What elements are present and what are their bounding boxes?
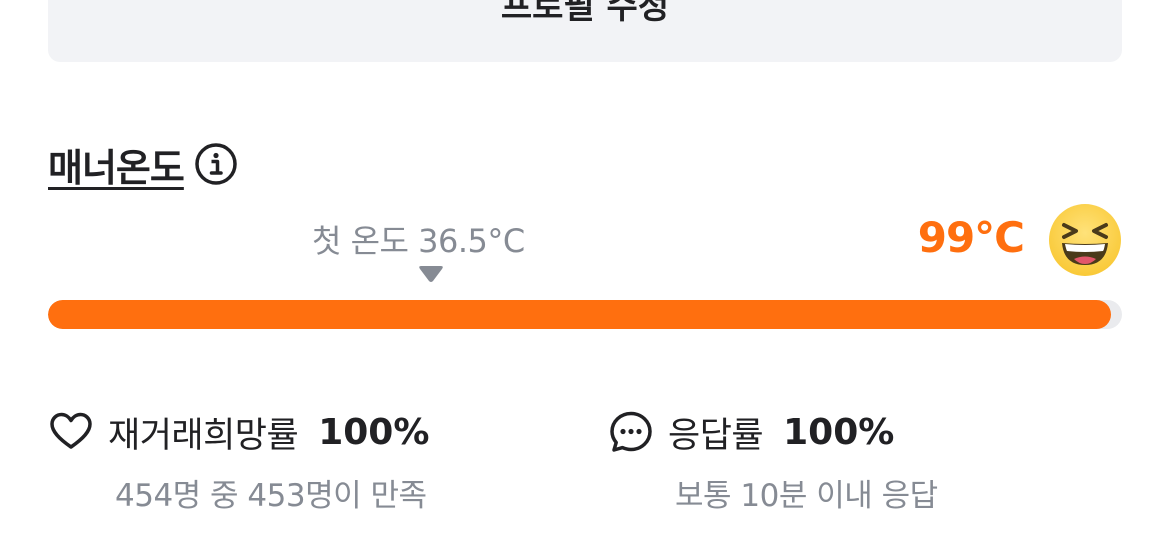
manner-temperature-bar-fill	[48, 300, 1112, 329]
info-icon[interactable]	[194, 142, 238, 186]
edit-profile-button[interactable]: 프로필 수정	[48, 0, 1122, 62]
first-temperature-label: 첫 온도 36.5°C	[312, 222, 525, 260]
first-temperature-marker-icon	[419, 266, 443, 282]
heart-icon	[50, 412, 92, 449]
chat-bubble-icon	[610, 411, 652, 452]
response-rate-label: 응답률	[668, 415, 764, 456]
rebuy-rate-stat: 재거래희망률 100% 454명 중 453명이 만족	[48, 406, 429, 515]
response-rate-value: 100%	[783, 411, 895, 453]
manner-temperature-value: 99°C	[917, 213, 1025, 262]
rebuy-rate-label: 재거래희망률	[108, 415, 299, 456]
rebuy-rate-value: 100%	[318, 411, 430, 453]
manner-temperature-bar	[48, 300, 1122, 329]
manner-temperature-header: 매너온도	[48, 140, 238, 190]
response-rate-detail: 보통 10분 이내 응답	[675, 478, 938, 514]
rebuy-rate-detail: 454명 중 453명이 만족	[115, 478, 427, 514]
response-rate-stat: 응답률 100% 보통 10분 이내 응답	[608, 406, 938, 515]
laughing-face-icon	[1049, 204, 1121, 276]
manner-temperature-title[interactable]: 매너온도	[48, 137, 185, 192]
